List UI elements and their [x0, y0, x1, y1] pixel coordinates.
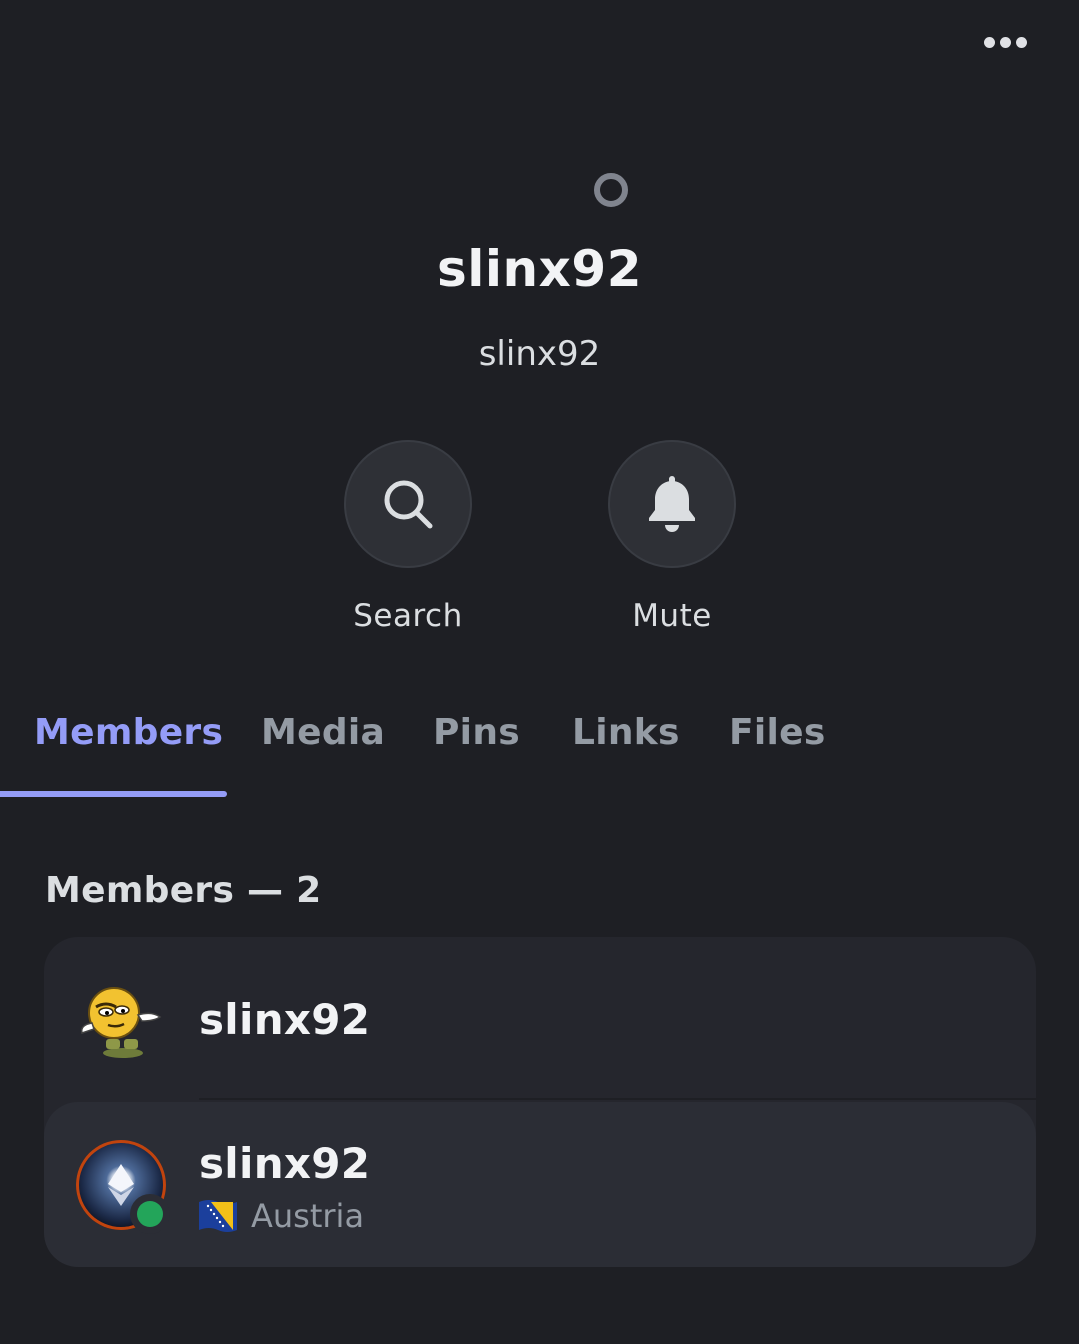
- tab-media[interactable]: Media: [261, 712, 385, 753]
- members-list: slinx92 slinx92 Austria: [44, 937, 1036, 1267]
- member-custom-status: Austria: [199, 1197, 364, 1235]
- mute-button-circle[interactable]: [608, 440, 736, 568]
- profile-display-name: slinx92: [437, 240, 642, 298]
- tab-pins[interactable]: Pins: [433, 712, 520, 753]
- tab-links[interactable]: Links: [572, 712, 680, 753]
- active-tab-indicator: [0, 791, 227, 797]
- more-dot: [1015, 36, 1027, 48]
- flag-bosnia-icon: [199, 1200, 237, 1232]
- tab-members[interactable]: Members: [34, 712, 223, 753]
- search-button[interactable]: Search: [308, 440, 508, 634]
- members-section-title: Members — 2: [45, 870, 322, 911]
- more-options-button[interactable]: [973, 22, 1037, 62]
- offline-status-icon: [594, 173, 628, 207]
- search-label: Search: [353, 598, 463, 634]
- bell-icon: [649, 476, 695, 532]
- profile-tabs: Members Media Pins Links Files: [0, 690, 1079, 800]
- more-dot: [999, 36, 1011, 48]
- search-icon: [384, 480, 433, 529]
- mute-button[interactable]: Mute: [572, 440, 772, 634]
- member-name: slinx92: [199, 1139, 371, 1188]
- member-status-text: Austria: [251, 1197, 365, 1235]
- online-status-indicator: [130, 1194, 170, 1234]
- online-dot: [137, 1201, 163, 1227]
- search-button-circle[interactable]: [344, 440, 472, 568]
- more-dot: [983, 36, 995, 48]
- member-divider: [199, 1098, 1036, 1100]
- tab-files[interactable]: Files: [729, 712, 826, 753]
- member-row[interactable]: slinx92 Austria: [44, 1102, 1036, 1267]
- profile-username: slinx92: [478, 334, 601, 374]
- mute-label: Mute: [632, 598, 712, 634]
- avatar: [80, 987, 162, 1058]
- member-row[interactable]: slinx92: [44, 937, 1036, 1099]
- member-name: slinx92: [199, 995, 371, 1044]
